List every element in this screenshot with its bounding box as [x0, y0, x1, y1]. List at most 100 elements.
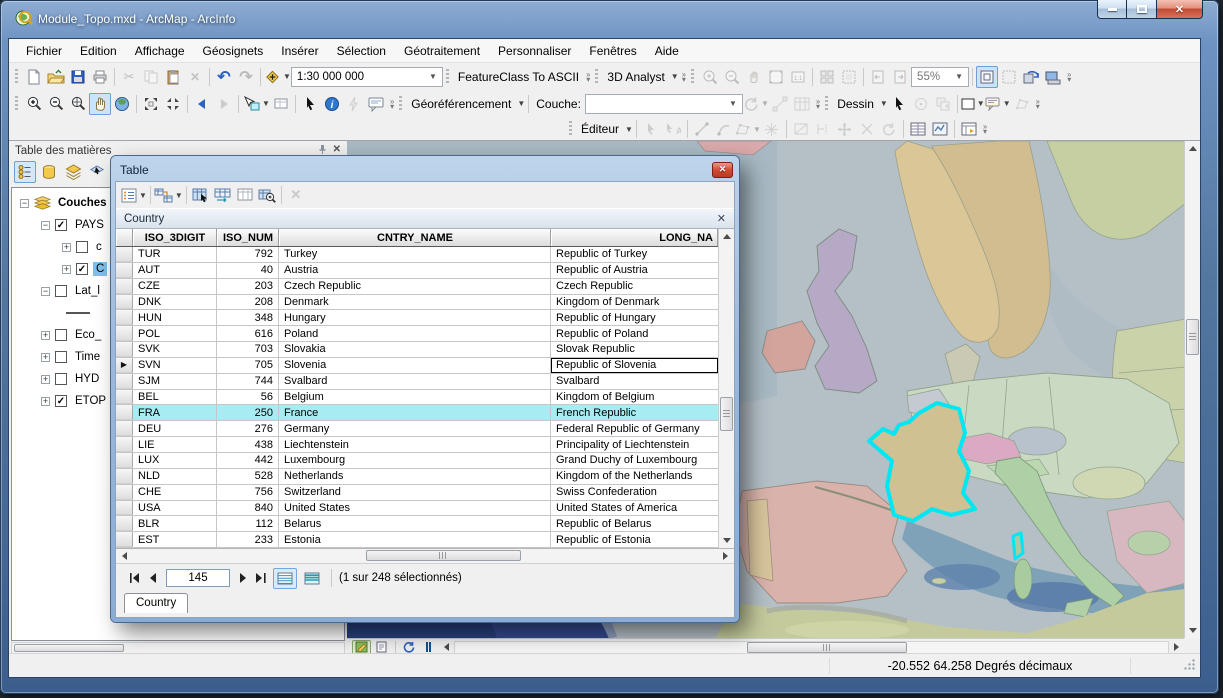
- toolbar-grip[interactable]: [569, 121, 572, 137]
- table-row-sjm[interactable]: SJM744SvalbardSvalbard: [116, 374, 718, 390]
- attributes-button[interactable]: [907, 118, 929, 140]
- close-button[interactable]: ✕: [1156, 0, 1203, 19]
- cell-longname[interactable]: United States of America: [551, 501, 718, 516]
- table-tab-country[interactable]: Country: [124, 593, 188, 613]
- row-selector[interactable]: [116, 421, 133, 436]
- row-selector[interactable]: [116, 516, 133, 531]
- table-row-aut[interactable]: AUT40AustriaRepublic of Austria: [116, 263, 718, 279]
- menu-edition[interactable]: Edition: [71, 41, 126, 61]
- cell-isonum[interactable]: 756: [217, 485, 279, 500]
- last-record-button[interactable]: [252, 569, 270, 587]
- header-isonum[interactable]: ISO_NUM: [217, 229, 279, 246]
- select-features-tool[interactable]: ▼: [242, 93, 270, 115]
- menu-fenetres[interactable]: Fenêtres: [580, 41, 645, 61]
- table-row-bel[interactable]: BEL56BelgiumKingdom of Belgium: [116, 390, 718, 406]
- cell-isonum[interactable]: 208: [217, 295, 279, 310]
- table-row-lux[interactable]: LUX442LuxembourgGrand Duchy of Luxembour…: [116, 453, 718, 469]
- toolbar-overflow-icon[interactable]: ››▾: [586, 72, 589, 82]
- curve-segment-tool[interactable]: [713, 118, 735, 140]
- toolbar-overflow-icon[interactable]: ››▾: [1036, 99, 1039, 109]
- menu-inserer[interactable]: Insérer: [272, 41, 327, 61]
- first-record-button[interactable]: [126, 569, 144, 587]
- identify-tool[interactable]: i: [321, 93, 343, 115]
- show-all-records-button[interactable]: [273, 568, 297, 589]
- zoom-to-elements-button[interactable]: [932, 93, 954, 115]
- reshape-tool[interactable]: [790, 118, 812, 140]
- editeur-menu[interactable]: Éditeur: [581, 122, 619, 136]
- record-number-field[interactable]: 145: [166, 569, 230, 587]
- cell-longname[interactable]: Kingdom of the Netherlands: [551, 469, 718, 484]
- toolbar-grip[interactable]: [15, 96, 18, 112]
- grid-hscroll-thumb[interactable]: [366, 550, 521, 561]
- cell-longname[interactable]: Czech Republic: [551, 279, 718, 294]
- menu-geosignets[interactable]: Géosignets: [194, 41, 273, 61]
- refresh-view-button[interactable]: [1020, 66, 1042, 88]
- toolbar-overflow-icon[interactable]: ››▾: [682, 72, 685, 82]
- header-iso3digit[interactable]: ISO_3DIGIT: [133, 229, 217, 246]
- cell-cntryname[interactable]: Belgium: [279, 390, 551, 405]
- menu-geotraitement[interactable]: Géotraitement: [395, 41, 489, 61]
- cell-cntryname[interactable]: Austria: [279, 263, 551, 278]
- maximize-button[interactable]: [1127, 0, 1156, 19]
- cell-iso3[interactable]: POL: [133, 326, 217, 341]
- cell-isonum[interactable]: 348: [217, 310, 279, 325]
- cell-cntryname[interactable]: Slovakia: [279, 342, 551, 357]
- header-cntryname[interactable]: CNTRY_NAME: [279, 229, 551, 246]
- list-by-drawing-order-button[interactable]: [14, 161, 36, 183]
- row-selector[interactable]: [116, 279, 133, 294]
- layer-checkbox[interactable]: ✓: [76, 263, 88, 275]
- georeferencement-menu[interactable]: Géoréférencement: [411, 97, 511, 111]
- create-features-button[interactable]: [958, 118, 980, 140]
- cell-cntryname[interactable]: Turkey: [279, 247, 551, 262]
- expand-icon[interactable]: +: [41, 397, 50, 406]
- scroll-down-icon[interactable]: [1185, 623, 1200, 638]
- cell-iso3[interactable]: SJM: [133, 374, 217, 389]
- cut-button[interactable]: ✂: [118, 66, 140, 88]
- layer-label[interactable]: c: [93, 240, 105, 254]
- cell-longname[interactable]: Republic of Poland: [551, 326, 718, 341]
- zoom-in-tool[interactable]: [23, 93, 45, 115]
- select-elements-tool[interactable]: [299, 93, 321, 115]
- layer-label[interactable]: ETOP: [72, 394, 109, 408]
- edit-annotation-tool[interactable]: A: [662, 118, 684, 140]
- row-selector[interactable]: [116, 437, 133, 452]
- delete-selected-button[interactable]: ✕: [285, 184, 307, 206]
- grid-vscroll-thumb[interactable]: [720, 397, 733, 431]
- row-selector[interactable]: [116, 532, 133, 547]
- table-row-svn[interactable]: ▶SVN705SloveniaRepublic of Slovenia: [116, 358, 718, 374]
- cell-iso3[interactable]: LIE: [133, 437, 217, 452]
- table-group-close-icon[interactable]: ✕: [717, 212, 726, 225]
- scroll-up-icon[interactable]: [719, 229, 734, 244]
- cell-isonum[interactable]: 40: [217, 263, 279, 278]
- table-options-button[interactable]: ▼: [121, 184, 147, 206]
- cell-cntryname[interactable]: Hungary: [279, 310, 551, 325]
- scroll-left-icon[interactable]: [117, 549, 132, 564]
- row-selector[interactable]: [116, 390, 133, 405]
- next-extent-button[interactable]: [889, 66, 911, 88]
- layer-checkbox[interactable]: ✓: [55, 219, 67, 231]
- cell-cntryname[interactable]: United States: [279, 501, 551, 516]
- cell-cntryname[interactable]: Slovenia: [279, 358, 551, 373]
- table-group-bar[interactable]: Country ✕: [116, 208, 734, 229]
- cell-longname[interactable]: Slovak Republic: [551, 342, 718, 357]
- toolbar-grip[interactable]: [825, 96, 828, 112]
- cell-longname[interactable]: Kingdom of Belgium: [551, 390, 718, 405]
- cell-cntryname[interactable]: Denmark: [279, 295, 551, 310]
- related-tables-button[interactable]: ▼: [154, 184, 183, 206]
- cell-longname[interactable]: Republic of Slovenia: [551, 358, 718, 373]
- cell-longname[interactable]: Grand Duchy of Luxembourg: [551, 453, 718, 468]
- scale-combo[interactable]: 1:30 000 000▼: [291, 67, 443, 87]
- cell-cntryname[interactable]: Germany: [279, 421, 551, 436]
- toggle-draft-mode-button[interactable]: [816, 66, 838, 88]
- scroll-right-icon[interactable]: [718, 549, 733, 564]
- cell-iso3[interactable]: SVK: [133, 342, 217, 357]
- move-tool[interactable]: [834, 118, 856, 140]
- row-selector[interactable]: [116, 405, 133, 420]
- menu-aide[interactable]: Aide: [646, 41, 688, 61]
- table-row-hun[interactable]: HUN348HungaryRepublic of Hungary: [116, 310, 718, 326]
- table-row-usa[interactable]: USA840United StatesUnited States of Amer…: [116, 501, 718, 517]
- expand-icon[interactable]: +: [62, 265, 71, 274]
- cell-longname[interactable]: French Republic: [551, 405, 718, 420]
- list-by-selection-button[interactable]: [86, 161, 108, 183]
- table-row-deu[interactable]: DEU276GermanyFederal Republic of Germany: [116, 421, 718, 437]
